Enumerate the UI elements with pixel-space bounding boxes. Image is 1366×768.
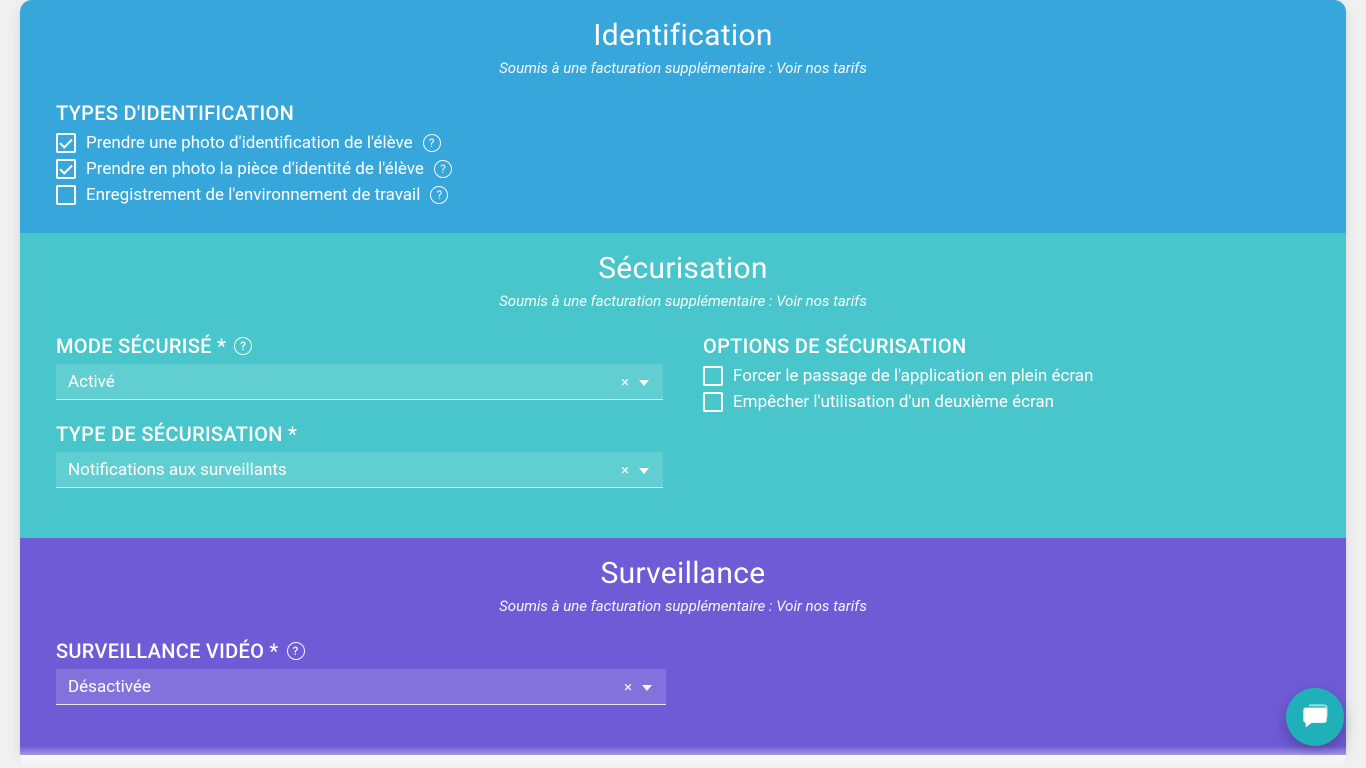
mode-securise-label: MODE SÉCURISÉ * ? [56, 334, 663, 358]
identification-options: Prendre une photo d'identification de l'… [56, 133, 1310, 205]
select-value: Désactivée [68, 677, 151, 697]
identification-option: Enregistrement de l'environnement de tra… [56, 185, 1310, 205]
securisation-options: Forcer le passage de l'application en pl… [703, 366, 1310, 412]
checkbox-plein-ecran[interactable] [703, 366, 723, 386]
chevron-down-icon[interactable] [639, 462, 649, 478]
help-icon[interactable]: ? [430, 186, 448, 204]
help-icon[interactable]: ? [423, 134, 441, 152]
section-title-securisation: Sécurisation [56, 251, 1310, 286]
checkbox-photo-eleve[interactable] [56, 133, 76, 153]
settings-card: Identification Soumis à une facturation … [20, 0, 1346, 768]
select-value: Notifications aux surveillants [68, 460, 287, 480]
field-type-securisation: TYPE DE SÉCURISATION * Notifications aux… [56, 422, 663, 488]
checkbox-label: Enregistrement de l'environnement de tra… [86, 185, 420, 205]
securisation-option: Empêcher l'utilisation d'un deuxième écr… [703, 392, 1310, 412]
checkbox-piece-identite[interactable] [56, 159, 76, 179]
checkbox-environnement[interactable] [56, 185, 76, 205]
section-surveillance: Surveillance Soumis à une facturation su… [20, 538, 1346, 755]
identification-option: Prendre en photo la pièce d'identité de … [56, 159, 1310, 179]
clear-icon[interactable]: × [624, 678, 632, 696]
checkbox-deuxieme-ecran[interactable] [703, 392, 723, 412]
field-mode-securise: MODE SÉCURISÉ * ? Activé × [56, 334, 663, 400]
chat-icon [1301, 703, 1329, 731]
surveillance-video-label: SURVEILLANCE VIDÉO * ? [56, 639, 1310, 663]
section-title-surveillance: Surveillance [56, 556, 1310, 591]
chat-button[interactable] [1286, 688, 1344, 746]
checkbox-label: Forcer le passage de l'application en pl… [733, 366, 1093, 386]
help-icon[interactable]: ? [234, 337, 252, 355]
section-subtitle-identification: Soumis à une facturation supplémentaire … [56, 59, 1310, 77]
securisation-option: Forcer le passage de l'application en pl… [703, 366, 1310, 386]
type-securisation-label: TYPE DE SÉCURISATION * [56, 422, 663, 446]
select-type-securisation[interactable]: Notifications aux surveillants × [56, 452, 663, 488]
select-surveillance-video[interactable]: Désactivée × [56, 669, 666, 705]
help-icon[interactable]: ? [287, 642, 305, 660]
section-identification: Identification Soumis à une facturation … [20, 0, 1346, 233]
field-surveillance-video: SURVEILLANCE VIDÉO * ? Désactivée × [56, 639, 1310, 705]
select-value: Activé [68, 372, 115, 392]
chevron-down-icon[interactable] [639, 374, 649, 390]
clear-icon[interactable]: × [621, 373, 629, 391]
section-subtitle-securisation: Soumis à une facturation supplémentaire … [56, 292, 1310, 310]
select-mode-securise[interactable]: Activé × [56, 364, 663, 400]
help-icon[interactable]: ? [434, 160, 452, 178]
section-title-identification: Identification [56, 18, 1310, 53]
options-securisation-title: OPTIONS DE SÉCURISATION [703, 334, 1310, 358]
identification-types-title: TYPES D'IDENTIFICATION [56, 101, 1310, 125]
section-subtitle-surveillance: Soumis à une facturation supplémentaire … [56, 597, 1310, 615]
clear-icon[interactable]: × [621, 461, 629, 479]
identification-option: Prendre une photo d'identification de l'… [56, 133, 1310, 153]
chevron-down-icon[interactable] [642, 679, 652, 695]
checkbox-label: Prendre en photo la pièce d'identité de … [86, 159, 424, 179]
section-securisation: Sécurisation Soumis à une facturation su… [20, 233, 1346, 538]
checkbox-label: Empêcher l'utilisation d'un deuxième écr… [733, 392, 1054, 412]
checkbox-label: Prendre une photo d'identification de l'… [86, 133, 413, 153]
